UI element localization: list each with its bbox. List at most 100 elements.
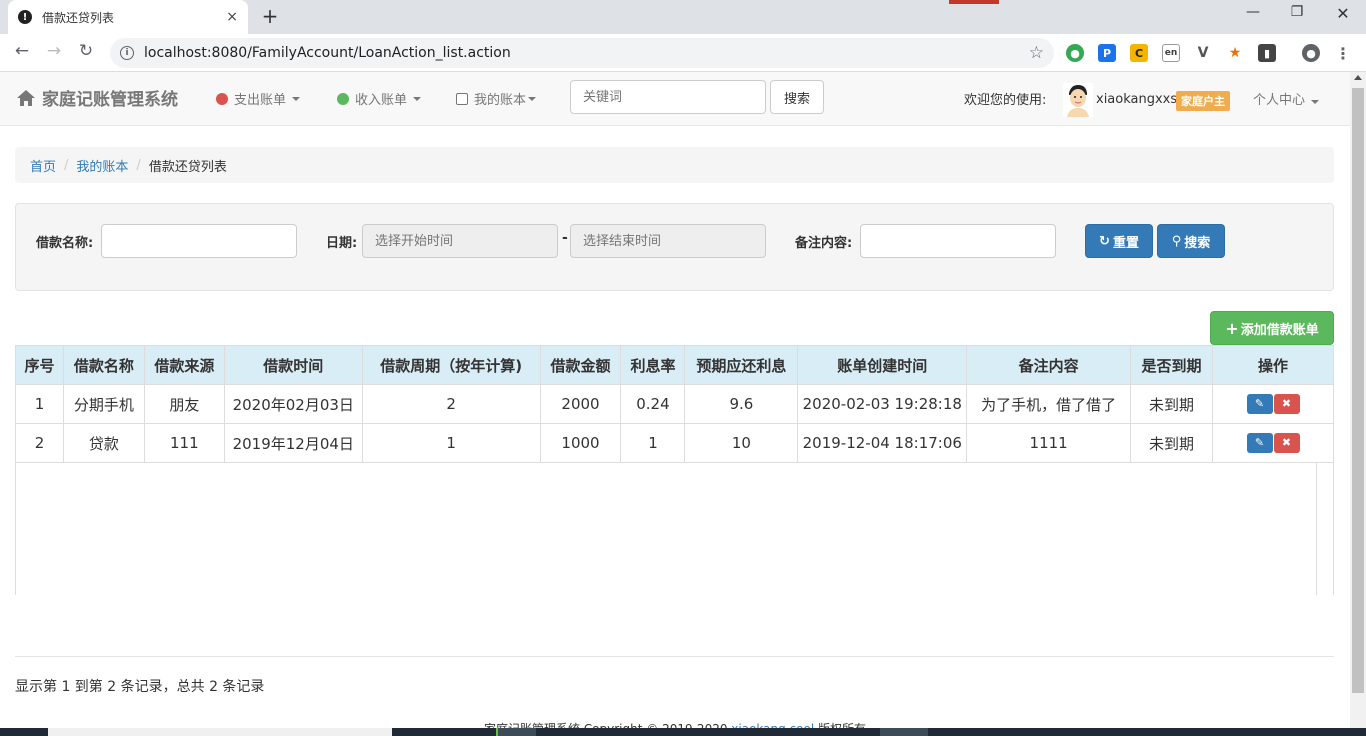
scroll-up-icon[interactable] [1354,75,1362,80]
browser-tab[interactable]: ! 借款还贷列表 × [8,0,248,34]
header-cell[interactable]: 借款周期（按年计算) [361,345,541,385]
add-loan-button[interactable]: + 添加借款账单 [1210,311,1334,345]
table-cell: 未到期 [1130,423,1213,463]
table-cell: 1111 [966,423,1132,463]
table-cell: 111 [143,423,225,463]
extension-green-icon[interactable]: ● [1066,44,1084,62]
extension-v-icon[interactable]: V [1194,44,1212,62]
profile-icon[interactable]: ● [1302,44,1320,62]
table-cell: 为了手机，借了借了 [966,384,1132,424]
new-tab-button[interactable]: + [258,4,282,28]
add-loan-label: 添加借款账单 [1240,322,1319,338]
filter-panel: 借款名称: 日期: - 备注内容: ↻ 重置 ⚲ 搜索 [15,203,1334,291]
end-date-input[interactable] [570,224,766,258]
tab-title: 借款还贷列表 [42,10,115,25]
table-cell: 2000 [539,384,622,424]
header-cell[interactable]: 是否到期 [1130,345,1213,385]
url-text[interactable]: localhost:8080/FamilyAccount/LoanAction_… [144,45,1029,61]
header-cell[interactable]: 借款名称 [62,345,145,385]
table-cell: 1 [361,423,541,463]
site-info-icon[interactable]: i [120,46,134,60]
menu-mybook[interactable]: 我的账本 [456,89,537,108]
navbar-search-button[interactable]: 搜索 [770,80,824,114]
reset-label: 重置 [1112,235,1139,251]
personal-center-label: 个人中心 [1253,93,1306,108]
table-cell: 9.6 [684,384,799,424]
header-cell[interactable]: 借款来源 [143,345,225,385]
breadcrumb-current: 借款还贷列表 [148,159,227,175]
remark-input[interactable] [860,224,1056,258]
address-bar[interactable]: i localhost:8080/FamilyAccount/LoanActio… [110,38,1054,68]
page-scrollbar[interactable] [1350,72,1366,736]
window-close-icon[interactable]: ✕ [1328,4,1358,23]
welcome-text: 欢迎您的使用: [964,93,1047,108]
extension-network-icon[interactable]: ★ [1226,44,1244,62]
header-cell[interactable]: 预期应还利息 [684,345,799,385]
scrollbar-thumb[interactable] [1352,88,1364,693]
brand-link[interactable]: 家庭记账管理系统 [16,85,178,110]
actions-cell: ✎ ✖ [1212,384,1334,424]
header-cell[interactable]: 备注内容 [966,345,1132,385]
edit-button[interactable]: ✎ [1246,394,1273,414]
table-cell: 2020年02月03日 [223,384,363,424]
os-taskbar [0,728,1366,736]
menu-income[interactable]: 收入账单 [337,89,422,108]
table-cell: 朋友 [143,384,225,424]
header-cell[interactable]: 借款金额 [539,345,622,385]
table-cell: 贷款 [62,423,145,463]
menu-expense-label: 支出账单 [234,93,287,108]
header-cell: 操作 [1212,345,1334,385]
loan-name-input[interactable] [101,224,297,258]
table-cell: 2019年12月04日 [223,423,363,463]
keyword-search-input[interactable] [570,80,766,114]
translate-icon[interactable]: en [1162,44,1180,62]
delete-button[interactable]: ✖ [1273,394,1300,414]
menu-expense[interactable]: 支出账单 [216,89,301,108]
menu-personal-center[interactable]: 个人中心 [1253,89,1320,108]
back-icon[interactable]: ← [10,41,34,61]
extension-book-icon[interactable]: ▮ [1258,44,1276,62]
username: xiaokangxxs [1096,92,1178,107]
extension-c-icon[interactable]: C [1130,44,1148,62]
taskbar-search-box[interactable] [48,728,392,736]
filter-search-button[interactable]: ⚲ 搜索 [1157,224,1225,258]
chevron-down-icon [1311,100,1320,104]
close-icon: ✖ [1281,436,1292,449]
tab-close-icon[interactable]: × [226,9,238,25]
table-cell: 2 [361,384,541,424]
extension-p-icon[interactable]: P [1098,44,1116,62]
taskbar-app[interactable] [880,728,928,736]
home-icon [17,89,35,106]
breadcrumb-mybook[interactable]: 我的账本 [76,156,128,175]
header-cell[interactable]: 借款时间 [223,345,363,385]
browser-tab-strip: ! 借款还贷列表 × + — ❐ ✕ [0,0,1366,34]
page-viewport: 家庭记账管理系统 支出账单 收入账单 我的账本 搜索 欢迎您的使用: [0,72,1350,736]
header-cell[interactable]: 利息率 [620,345,686,385]
edit-button[interactable]: ✎ [1246,433,1273,453]
close-icon: ✖ [1281,397,1292,410]
avatar[interactable] [1063,83,1093,117]
header-cell[interactable]: 序号 [15,345,64,385]
forward-icon[interactable]: → [42,41,66,61]
maximize-icon[interactable]: ❐ [1282,4,1312,20]
table-scroll-border [1316,463,1317,595]
breadcrumb-home[interactable]: 首页 [30,156,56,175]
browser-toolbar: ← → ↻ i localhost:8080/FamilyAccount/Loa… [0,34,1366,72]
filter-search-label: 搜索 [1184,235,1211,251]
date-range-dash: - [562,230,568,246]
favicon-icon: ! [18,10,32,24]
bookmark-star-icon[interactable]: ☆ [1029,43,1044,63]
plus-icon: + [1225,318,1239,338]
start-date-input[interactable] [362,224,558,258]
browser-menu-icon[interactable]: ⋮ [1334,44,1352,63]
header-cell[interactable]: 账单创建时间 [797,345,968,385]
window-accent-mark [949,0,999,4]
reload-icon[interactable]: ↻ [74,41,98,61]
menu-mybook-label: 我的账本 [474,93,527,108]
minimize-icon[interactable]: — [1238,4,1268,20]
taskbar-app[interactable] [496,728,536,736]
top-navbar: 家庭记账管理系统 支出账单 收入账单 我的账本 搜索 欢迎您的使用: [0,72,1350,126]
delete-button[interactable]: ✖ [1273,433,1300,453]
reset-button[interactable]: ↻ 重置 [1085,224,1153,258]
chevron-down-icon [528,96,537,101]
